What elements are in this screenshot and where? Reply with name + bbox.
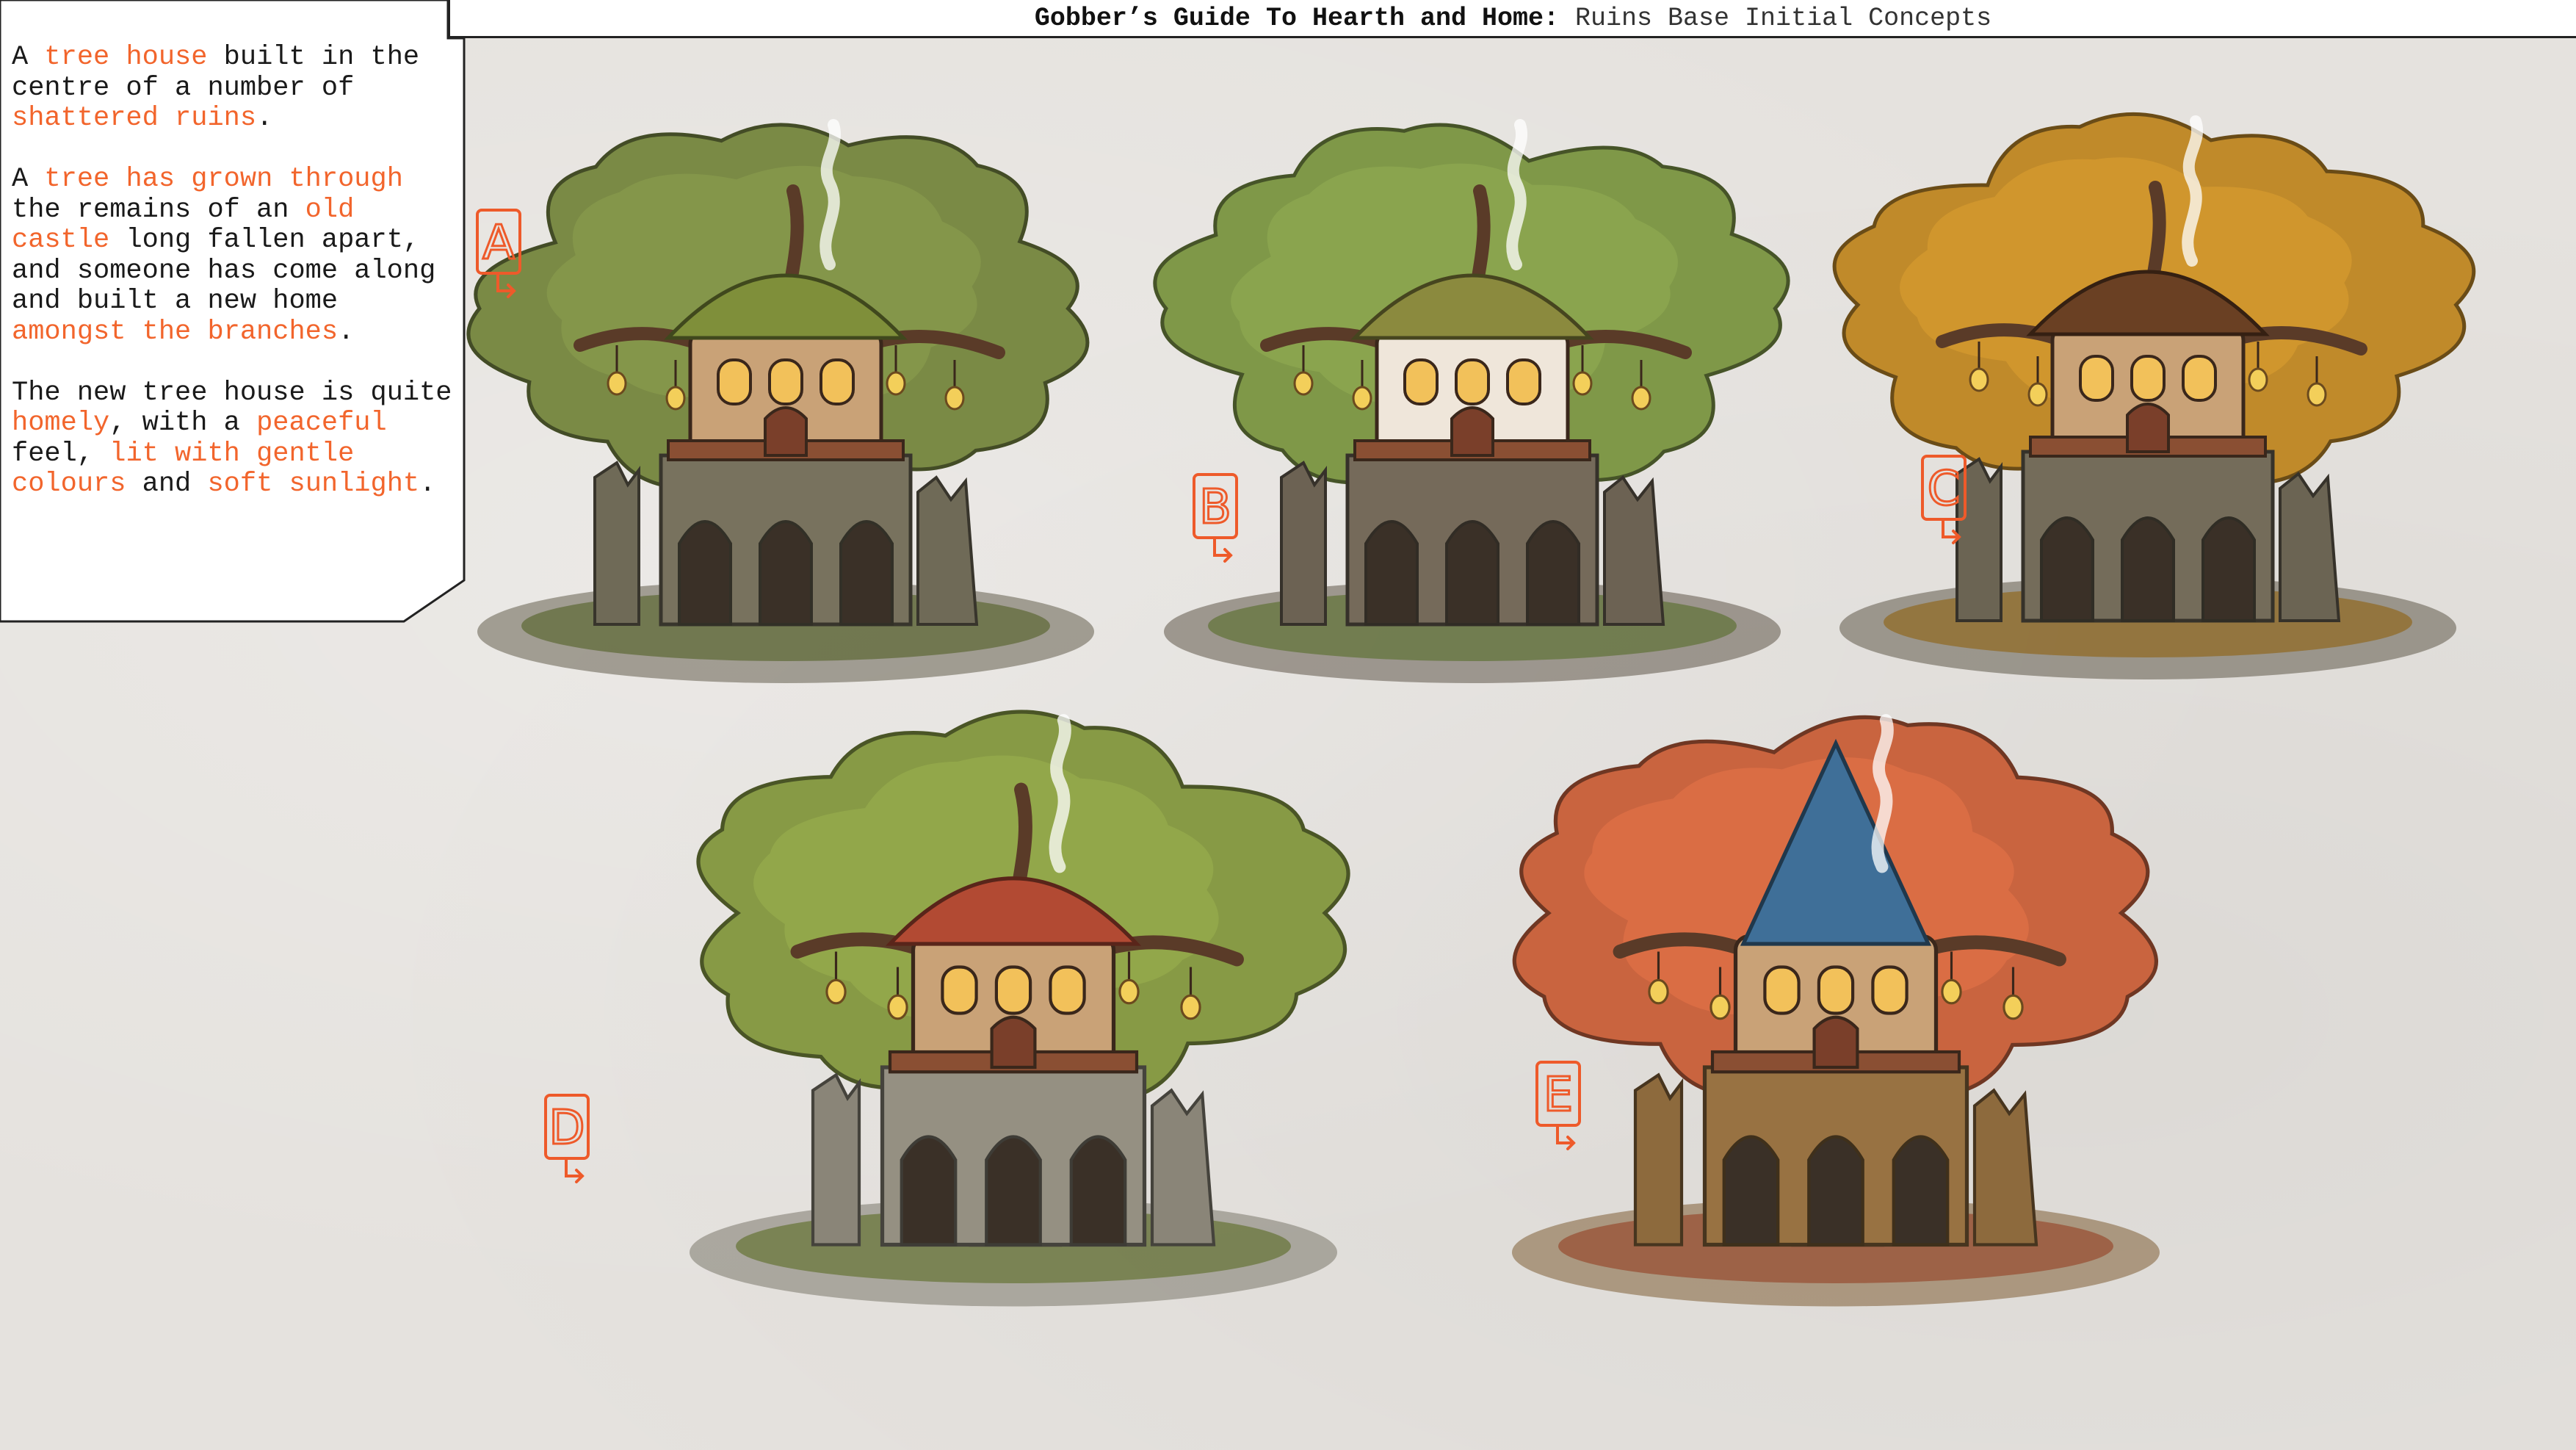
concept-c-art [1832, 112, 2476, 679]
label-arrow [1213, 536, 1233, 563]
stone-arch [2040, 516, 2094, 622]
hanging-lantern [1352, 386, 1372, 411]
hanging-lantern [665, 386, 686, 411]
hanging-lantern [1118, 978, 1140, 1005]
hanging-lantern [1648, 978, 1669, 1005]
hanging-lantern [1631, 386, 1651, 411]
ruin-wall-right [1972, 1088, 2038, 1247]
hanging-lantern [607, 371, 627, 396]
ruin-wall-left [593, 461, 640, 626]
lit-window [1817, 965, 1855, 1015]
label-letter: E [1544, 1068, 1573, 1122]
hanging-lantern [886, 371, 906, 396]
house-door [1450, 406, 1494, 457]
ruin-wall-left [811, 1072, 861, 1247]
label-letter: C [1928, 462, 1961, 516]
house-door [764, 406, 808, 457]
hanging-lantern [1969, 367, 1989, 392]
stone-arch [1722, 1135, 1780, 1247]
hanging-lantern [887, 994, 908, 1020]
hanging-lantern [1572, 371, 1593, 396]
stone-arch [1526, 520, 1580, 626]
stone-arch [900, 1135, 958, 1247]
lit-window [994, 965, 1032, 1015]
concept-label-e: E [1535, 1061, 1581, 1150]
lit-window [717, 358, 752, 405]
stone-arch [1807, 1135, 1864, 1247]
house-door [2126, 403, 2170, 453]
hanging-lantern [2307, 382, 2327, 407]
hanging-lantern [2248, 367, 2268, 392]
concept-b-art [1153, 119, 1790, 683]
ruin-wall-right [2279, 472, 2341, 622]
stone-arch [1069, 1135, 1127, 1247]
hanging-lantern [1710, 994, 1731, 1020]
label-letter: A [482, 216, 515, 270]
label-letter: D [549, 1101, 585, 1155]
lit-window [768, 358, 803, 405]
hanging-lantern [825, 978, 847, 1005]
stone-arch [1364, 520, 1419, 626]
hanging-lantern [1293, 371, 1314, 396]
lit-window [2079, 355, 2114, 402]
house-door [990, 1015, 1037, 1070]
concept-label-d: D [544, 1094, 590, 1183]
stone-arch [759, 520, 813, 626]
label-arrow [565, 1157, 585, 1183]
lit-window [1403, 358, 1439, 405]
hanging-lantern [1180, 994, 1201, 1020]
concept-label-b: B [1193, 473, 1238, 563]
lit-window [1506, 358, 1541, 405]
label-letter: B [1199, 480, 1231, 535]
hanging-lantern [1941, 978, 1962, 1005]
stone-arch [2201, 516, 2256, 622]
concept-a-art [466, 119, 1094, 683]
stone-arch [985, 1135, 1042, 1247]
label-arrow [1556, 1124, 1576, 1150]
ruin-wall-right [916, 475, 979, 626]
hanging-lantern [2027, 382, 2048, 407]
stone-arch [1892, 1135, 1950, 1247]
lit-window [2182, 355, 2217, 402]
ruin-wall-left [1280, 461, 1327, 626]
concept-art-canvas: A B C D E [466, 112, 2476, 1307]
lit-window [941, 965, 978, 1015]
concept-d-art [690, 710, 1350, 1307]
hanging-lantern [2002, 994, 2024, 1020]
lit-window [1455, 358, 1490, 405]
stone-arch [1445, 520, 1499, 626]
lit-window [2130, 355, 2166, 402]
house-door [1812, 1015, 1859, 1070]
ruin-wall-left [1633, 1072, 1684, 1247]
lit-window [820, 358, 855, 405]
ruin-wall-right [1603, 475, 1665, 626]
stone-arch [678, 520, 732, 626]
lit-window [1763, 965, 1801, 1015]
concept-e-art [1512, 714, 2160, 1307]
stone-arch [839, 520, 894, 626]
lit-window [1871, 965, 1909, 1015]
lit-window [1049, 965, 1086, 1015]
stone-arch [2121, 516, 2175, 622]
hanging-lantern [944, 386, 965, 411]
ruin-wall-right [1150, 1088, 1216, 1247]
